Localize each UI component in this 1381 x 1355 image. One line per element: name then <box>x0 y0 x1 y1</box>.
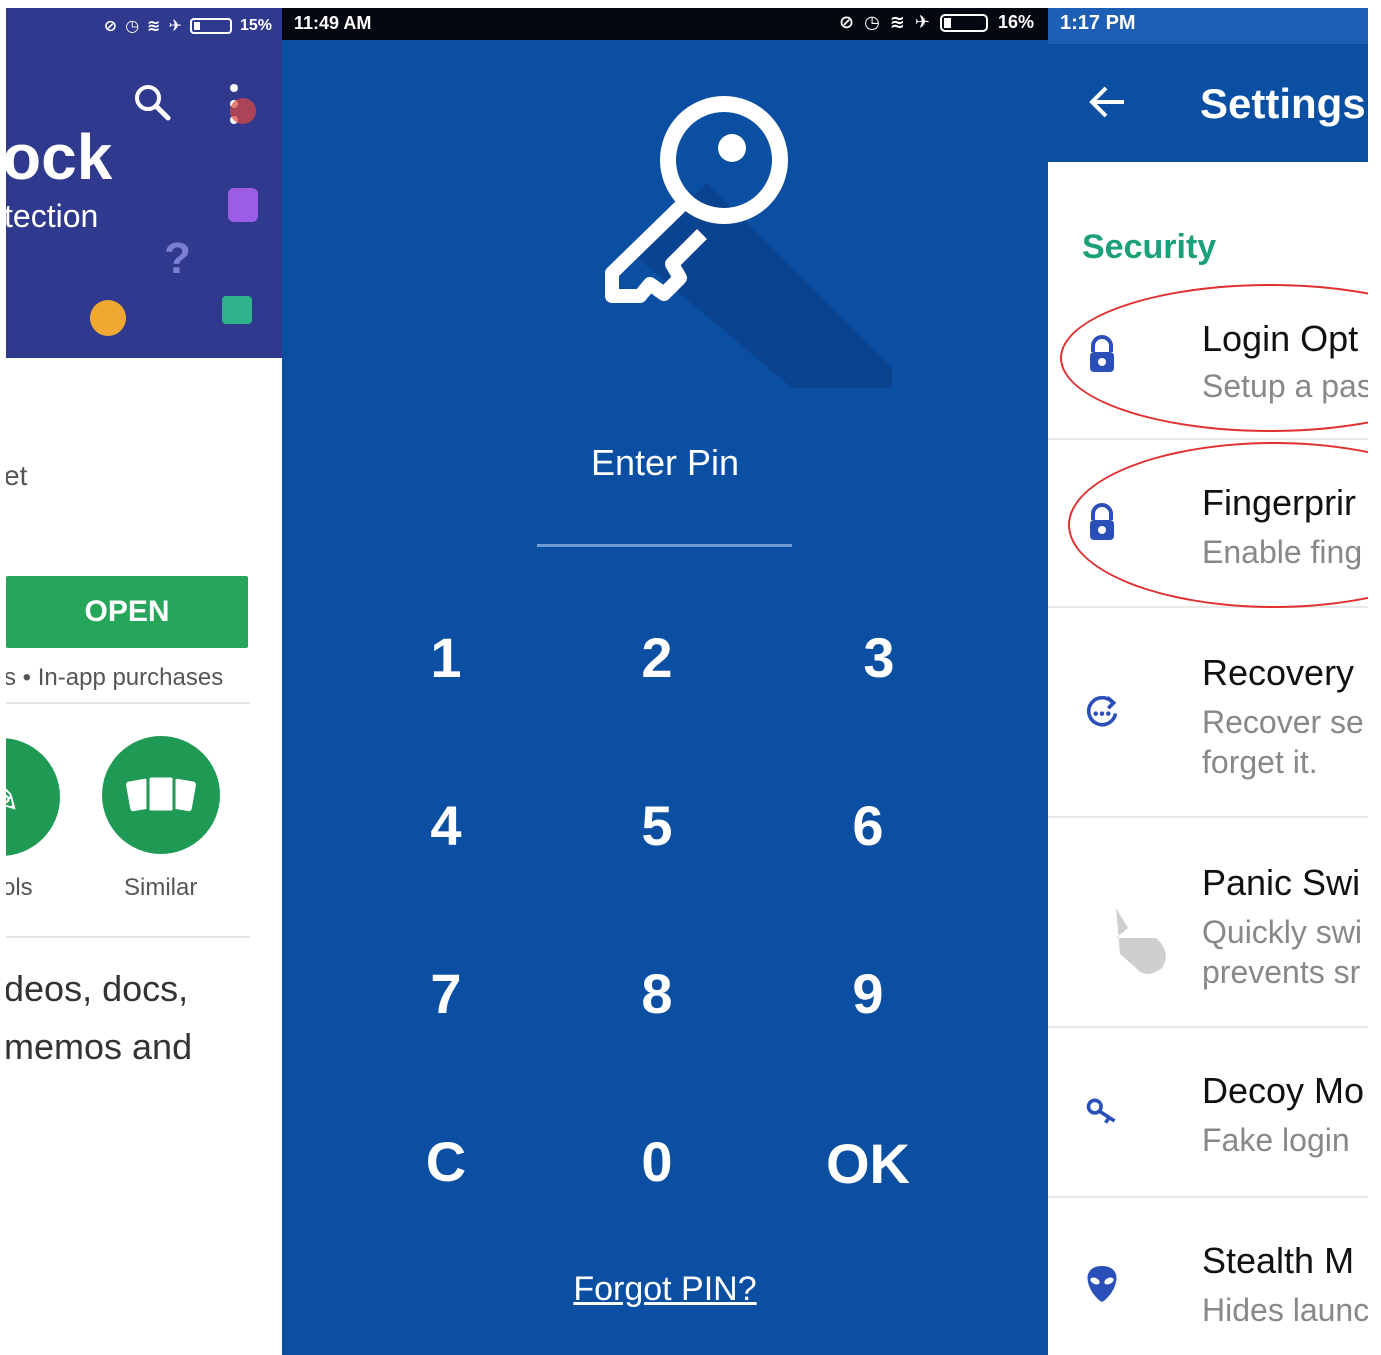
divider <box>1048 1026 1368 1028</box>
section-header-security: Security <box>1082 228 1217 266</box>
key-3[interactable]: 3 <box>819 612 939 702</box>
divider <box>1048 606 1368 608</box>
tools-label: ols <box>6 874 33 901</box>
similar-button[interactable] <box>102 736 220 854</box>
item-subtitle: prevents sr <box>1202 954 1361 990</box>
alarm-icon: ◷ <box>125 18 140 35</box>
status-bar: ⊘ ◷ ≋ ✈ 15% <box>104 16 272 36</box>
item-subtitle: Hides launc <box>1202 1292 1368 1328</box>
key-icon <box>605 96 892 388</box>
enter-pin-label: Enter Pin <box>590 442 740 483</box>
app-banner: ⊘ ◷ ≋ ✈ 15% ock tection ? <box>6 8 282 358</box>
item-title: Recovery <box>1202 652 1355 693</box>
item-title: Decoy Mo <box>1202 1070 1365 1111</box>
globe-icon <box>90 300 126 336</box>
item-title: Stealth M <box>1202 1240 1355 1281</box>
status-bar: 1:17 PM <box>1048 8 1368 44</box>
hand-icon <box>1116 908 1166 974</box>
divider <box>1048 438 1368 440</box>
item-subtitle: forget it. <box>1202 744 1318 780</box>
playstore-panel: ⊘ ◷ ≋ ✈ 15% ock tection ? et OPEN s • In… <box>6 8 282 1355</box>
item-subtitle: Recover se <box>1202 704 1364 740</box>
settings-item-decoy-mode[interactable]: Decoy Mo Fake login <box>1048 1058 1368 1198</box>
item-subtitle: Fake login <box>1202 1122 1350 1158</box>
battery-percent: 16% <box>997 12 1034 32</box>
badge-icon <box>228 188 258 222</box>
status-bar: 11:49 AM ⊘ ◷ ≋ ✈ 16% <box>282 8 1048 40</box>
app-meta: et <box>6 460 28 491</box>
wifi-icon: ≋ <box>889 12 905 32</box>
alarm-deco-icon <box>230 98 256 124</box>
divider <box>1048 816 1368 818</box>
app-subtitle: tection <box>6 198 99 234</box>
mute-icon: ⊘ <box>838 12 855 32</box>
search-icon[interactable] <box>132 82 172 122</box>
description-line: deos, docs, <box>6 968 189 1009</box>
app-title: ock <box>6 121 113 193</box>
pin-panel: 11:49 AM ⊘ ◷ ≋ ✈ 16% Enter Pin 1 2 3 4 5… <box>282 8 1048 1355</box>
settings-panel: 1:17 PM Settings Security Login Opt Setu… <box>1048 8 1368 1355</box>
settings-item-panic-switch[interactable]: Panic Swi Quickly swi prevents sr <box>1048 848 1368 1028</box>
settings-item-recovery[interactable]: Recovery Recover se forget it. <box>1048 638 1368 818</box>
key-9[interactable]: 9 <box>808 948 928 1038</box>
key-ok[interactable]: OK <box>808 1118 928 1208</box>
image-icon <box>222 296 252 324</box>
wrench-icon: ✎ <box>6 769 21 825</box>
status-time: 11:49 AM <box>294 13 372 33</box>
tools-button[interactable]: ✎ <box>6 738 60 856</box>
cards-icon <box>126 774 196 814</box>
key-5[interactable]: 5 <box>597 780 717 870</box>
battery-icon <box>189 18 232 34</box>
wifi-icon: ≋ <box>147 18 161 35</box>
divider <box>6 936 250 938</box>
battery-percent: 15% <box>239 17 272 34</box>
key-4[interactable]: 4 <box>386 780 506 870</box>
settings-item-stealth-mode[interactable]: Stealth M Hides launc <box>1048 1228 1368 1355</box>
open-button[interactable]: OPEN <box>6 576 248 648</box>
divider <box>6 702 250 704</box>
similar-label: Similar <box>124 874 198 901</box>
alarm-icon: ◷ <box>864 12 880 32</box>
key-2[interactable]: 2 <box>597 612 717 702</box>
pin-input[interactable] <box>537 544 792 547</box>
item-title: Panic Swi <box>1202 862 1361 903</box>
description-line: memos and <box>6 1026 193 1067</box>
alien-icon <box>1087 1266 1117 1302</box>
key-8[interactable]: 8 <box>597 948 717 1038</box>
forgot-pin-link[interactable]: Forgot PIN? <box>282 1270 1048 1309</box>
key-0[interactable]: 0 <box>597 1116 717 1206</box>
recovery-icon <box>1086 695 1118 727</box>
back-arrow-icon[interactable] <box>1088 82 1128 122</box>
question-icon: ? <box>164 234 191 283</box>
page-title: Settings <box>1200 80 1366 127</box>
airplane-icon: ✈ <box>168 18 182 35</box>
battery-icon <box>939 13 988 32</box>
key-7[interactable]: 7 <box>386 948 506 1038</box>
key-6[interactable]: 6 <box>808 780 928 870</box>
airplane-icon: ✈ <box>914 12 930 32</box>
purchases-info: s • In-app purchases <box>6 664 224 691</box>
key-clear[interactable]: C <box>386 1116 506 1206</box>
app-bar: Settings <box>1048 44 1368 162</box>
divider <box>1048 1196 1368 1198</box>
key-1[interactable]: 1 <box>386 612 506 702</box>
item-subtitle: Quickly swi <box>1202 914 1363 950</box>
mute-icon: ⊘ <box>103 18 118 35</box>
key-icon <box>1086 1098 1116 1124</box>
